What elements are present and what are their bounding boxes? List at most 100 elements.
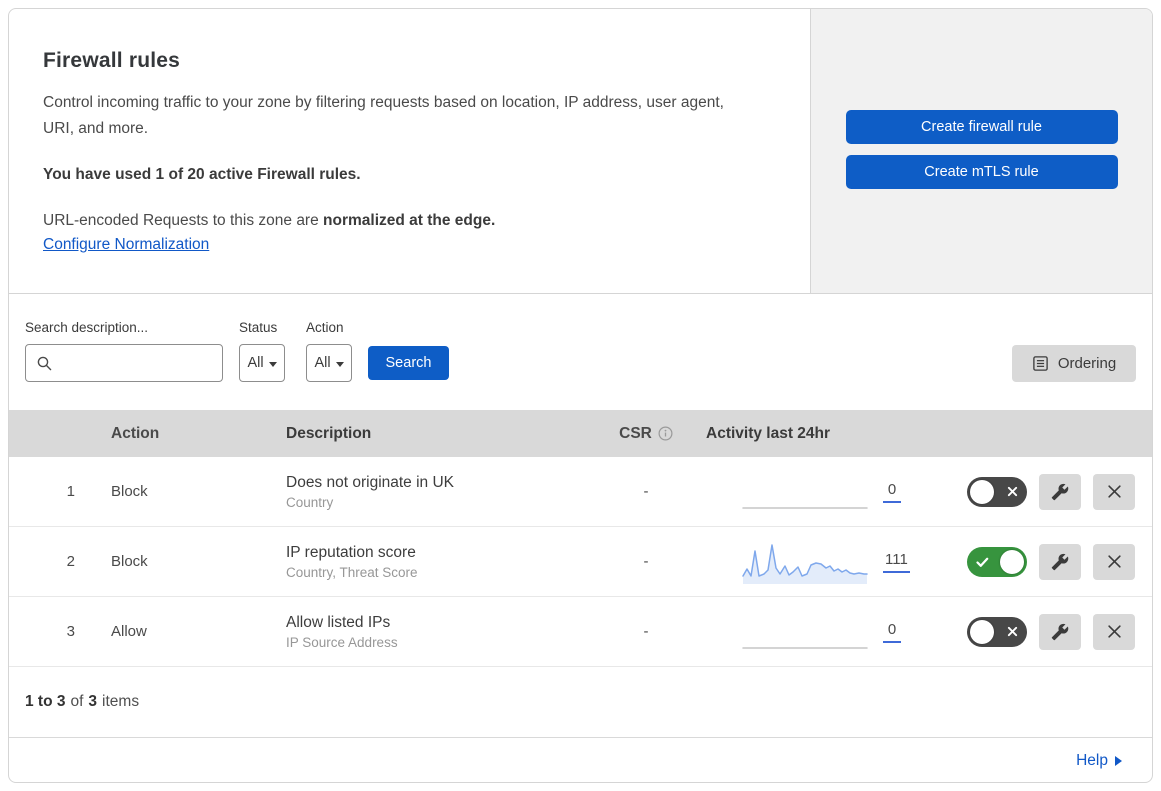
delete-rule-button[interactable] bbox=[1093, 543, 1135, 580]
rule-description-cell: Does not originate in UK Country bbox=[286, 474, 586, 510]
rule-csr: - bbox=[643, 623, 649, 640]
wrench-icon bbox=[1051, 483, 1069, 501]
activity-count-link[interactable]: 111 bbox=[883, 551, 910, 573]
check-icon bbox=[976, 557, 989, 568]
activity-sparkline bbox=[742, 646, 868, 649]
chevron-down-icon bbox=[335, 361, 344, 367]
rule-controls bbox=[941, 613, 1152, 650]
rule-description: Does not originate in UK bbox=[286, 473, 455, 491]
search-icon bbox=[36, 355, 53, 372]
wrench-icon bbox=[1051, 623, 1069, 641]
toggle-knob bbox=[970, 619, 994, 644]
actions-panel: Create firewall rule Create mTLS rule bbox=[810, 9, 1152, 293]
close-icon bbox=[1107, 624, 1122, 639]
info-icon[interactable] bbox=[658, 426, 673, 441]
search-label: Search description... bbox=[25, 320, 149, 335]
edit-rule-button[interactable] bbox=[1039, 613, 1081, 650]
rule-activity-cell: 111 bbox=[706, 540, 941, 584]
page-description: Control incoming traffic to your zone by… bbox=[43, 94, 724, 137]
toggle-knob bbox=[970, 479, 994, 504]
firewall-rules-card: Firewall rules Control incoming traffic … bbox=[8, 8, 1153, 783]
activity-count-link[interactable]: 0 bbox=[883, 481, 901, 503]
ordering-button[interactable]: Ordering bbox=[1012, 345, 1136, 382]
of-text: of bbox=[70, 693, 84, 710]
enable-toggle[interactable] bbox=[967, 616, 1027, 647]
chevron-down-icon bbox=[268, 361, 277, 367]
edit-rule-button[interactable] bbox=[1039, 543, 1081, 580]
rule-activity-cell: 0 bbox=[706, 470, 941, 514]
wrench-icon bbox=[1051, 553, 1069, 571]
header-action: Action bbox=[111, 424, 160, 442]
status-label: Status bbox=[239, 320, 278, 335]
close-icon bbox=[1107, 484, 1122, 499]
action-label: Action bbox=[306, 320, 344, 335]
arrow-right-icon bbox=[1115, 756, 1122, 766]
rule-controls bbox=[941, 543, 1152, 580]
enable-toggle[interactable] bbox=[967, 546, 1027, 577]
page-title: Firewall rules bbox=[43, 49, 181, 72]
help-link-label: Help bbox=[1076, 752, 1108, 769]
rule-activity-cell: 0 bbox=[706, 610, 941, 654]
rule-action: Allow bbox=[111, 623, 147, 640]
search-input[interactable] bbox=[59, 348, 222, 378]
table-row: 2 Block IP reputation score Country, Thr… bbox=[9, 527, 1152, 597]
delete-rule-button[interactable] bbox=[1093, 613, 1135, 650]
header-activity: Activity last 24hr bbox=[706, 424, 831, 442]
rule-description: Allow listed IPs bbox=[286, 613, 391, 631]
action-select[interactable]: All bbox=[306, 344, 352, 382]
close-icon bbox=[1107, 554, 1122, 569]
range-text: 1 to 3 bbox=[25, 693, 66, 710]
x-icon bbox=[1007, 486, 1018, 497]
search-button[interactable]: Search bbox=[368, 346, 449, 380]
normalization-prefix: URL-encoded Requests to this zone are bbox=[43, 212, 324, 229]
filter-bar: Search description... Status All Action … bbox=[9, 294, 1152, 410]
rule-priority: 3 bbox=[66, 623, 75, 640]
ordering-list-icon bbox=[1032, 355, 1049, 372]
status-select[interactable]: All bbox=[239, 344, 285, 382]
table-header: Action Description CSR Activity last 24h… bbox=[9, 410, 1152, 457]
help-bar: Help bbox=[9, 738, 1152, 782]
edit-rule-button[interactable] bbox=[1039, 473, 1081, 510]
rule-priority: 2 bbox=[66, 553, 75, 570]
activity-count-link[interactable]: 0 bbox=[883, 621, 901, 643]
rule-action: Block bbox=[111, 553, 148, 570]
activity-sparkline bbox=[742, 543, 868, 584]
action-select-value: All bbox=[314, 355, 331, 371]
toggle-knob bbox=[1000, 549, 1024, 574]
normalization-note: URL-encoded Requests to this zone are no… bbox=[43, 212, 770, 230]
table-row: 1 Block Does not originate in UK Country… bbox=[9, 457, 1152, 527]
rule-fields: IP Source Address bbox=[286, 634, 398, 650]
rule-action: Block bbox=[111, 483, 148, 500]
create-mtls-rule-button[interactable]: Create mTLS rule bbox=[845, 155, 1118, 189]
intro-panel: Firewall rules Control incoming traffic … bbox=[9, 9, 810, 293]
rule-csr: - bbox=[643, 553, 649, 570]
rule-priority: 1 bbox=[66, 483, 75, 500]
rule-controls bbox=[941, 473, 1152, 510]
x-icon bbox=[1007, 626, 1018, 637]
activity-sparkline bbox=[742, 506, 868, 509]
header-csr-label: CSR bbox=[619, 424, 652, 442]
help-link[interactable]: Help bbox=[1076, 752, 1122, 770]
action-group: Action All bbox=[306, 320, 352, 382]
create-firewall-rule-button[interactable]: Create firewall rule bbox=[845, 110, 1118, 144]
total-text: 3 bbox=[88, 693, 98, 710]
enable-toggle[interactable] bbox=[967, 476, 1027, 507]
rule-description: IP reputation score bbox=[286, 543, 416, 561]
delete-rule-button[interactable] bbox=[1093, 473, 1135, 510]
normalization-bold: normalized at the edge. bbox=[323, 212, 496, 229]
table-row: 3 Allow Allow listed IPs IP Source Addre… bbox=[9, 597, 1152, 667]
usage-note: You have used 1 of 20 active Firewall ru… bbox=[43, 166, 361, 183]
header-csr: CSR bbox=[586, 425, 706, 443]
search-group: Search description... bbox=[25, 320, 223, 382]
rule-description-cell: IP reputation score Country, Threat Scor… bbox=[286, 544, 586, 580]
pagination-summary: 1 to 3 of 3 items bbox=[9, 667, 1152, 738]
status-group: Status All bbox=[239, 320, 285, 382]
configure-normalization-link[interactable]: Configure Normalization bbox=[43, 236, 209, 253]
items-text: items bbox=[102, 693, 140, 710]
ordering-button-label: Ordering bbox=[1057, 355, 1117, 372]
top-section: Firewall rules Control incoming traffic … bbox=[9, 9, 1152, 294]
status-select-value: All bbox=[247, 355, 264, 371]
rule-csr: - bbox=[643, 483, 649, 500]
rule-fields: Country bbox=[286, 494, 334, 510]
rule-fields: Country, Threat Score bbox=[286, 564, 418, 580]
